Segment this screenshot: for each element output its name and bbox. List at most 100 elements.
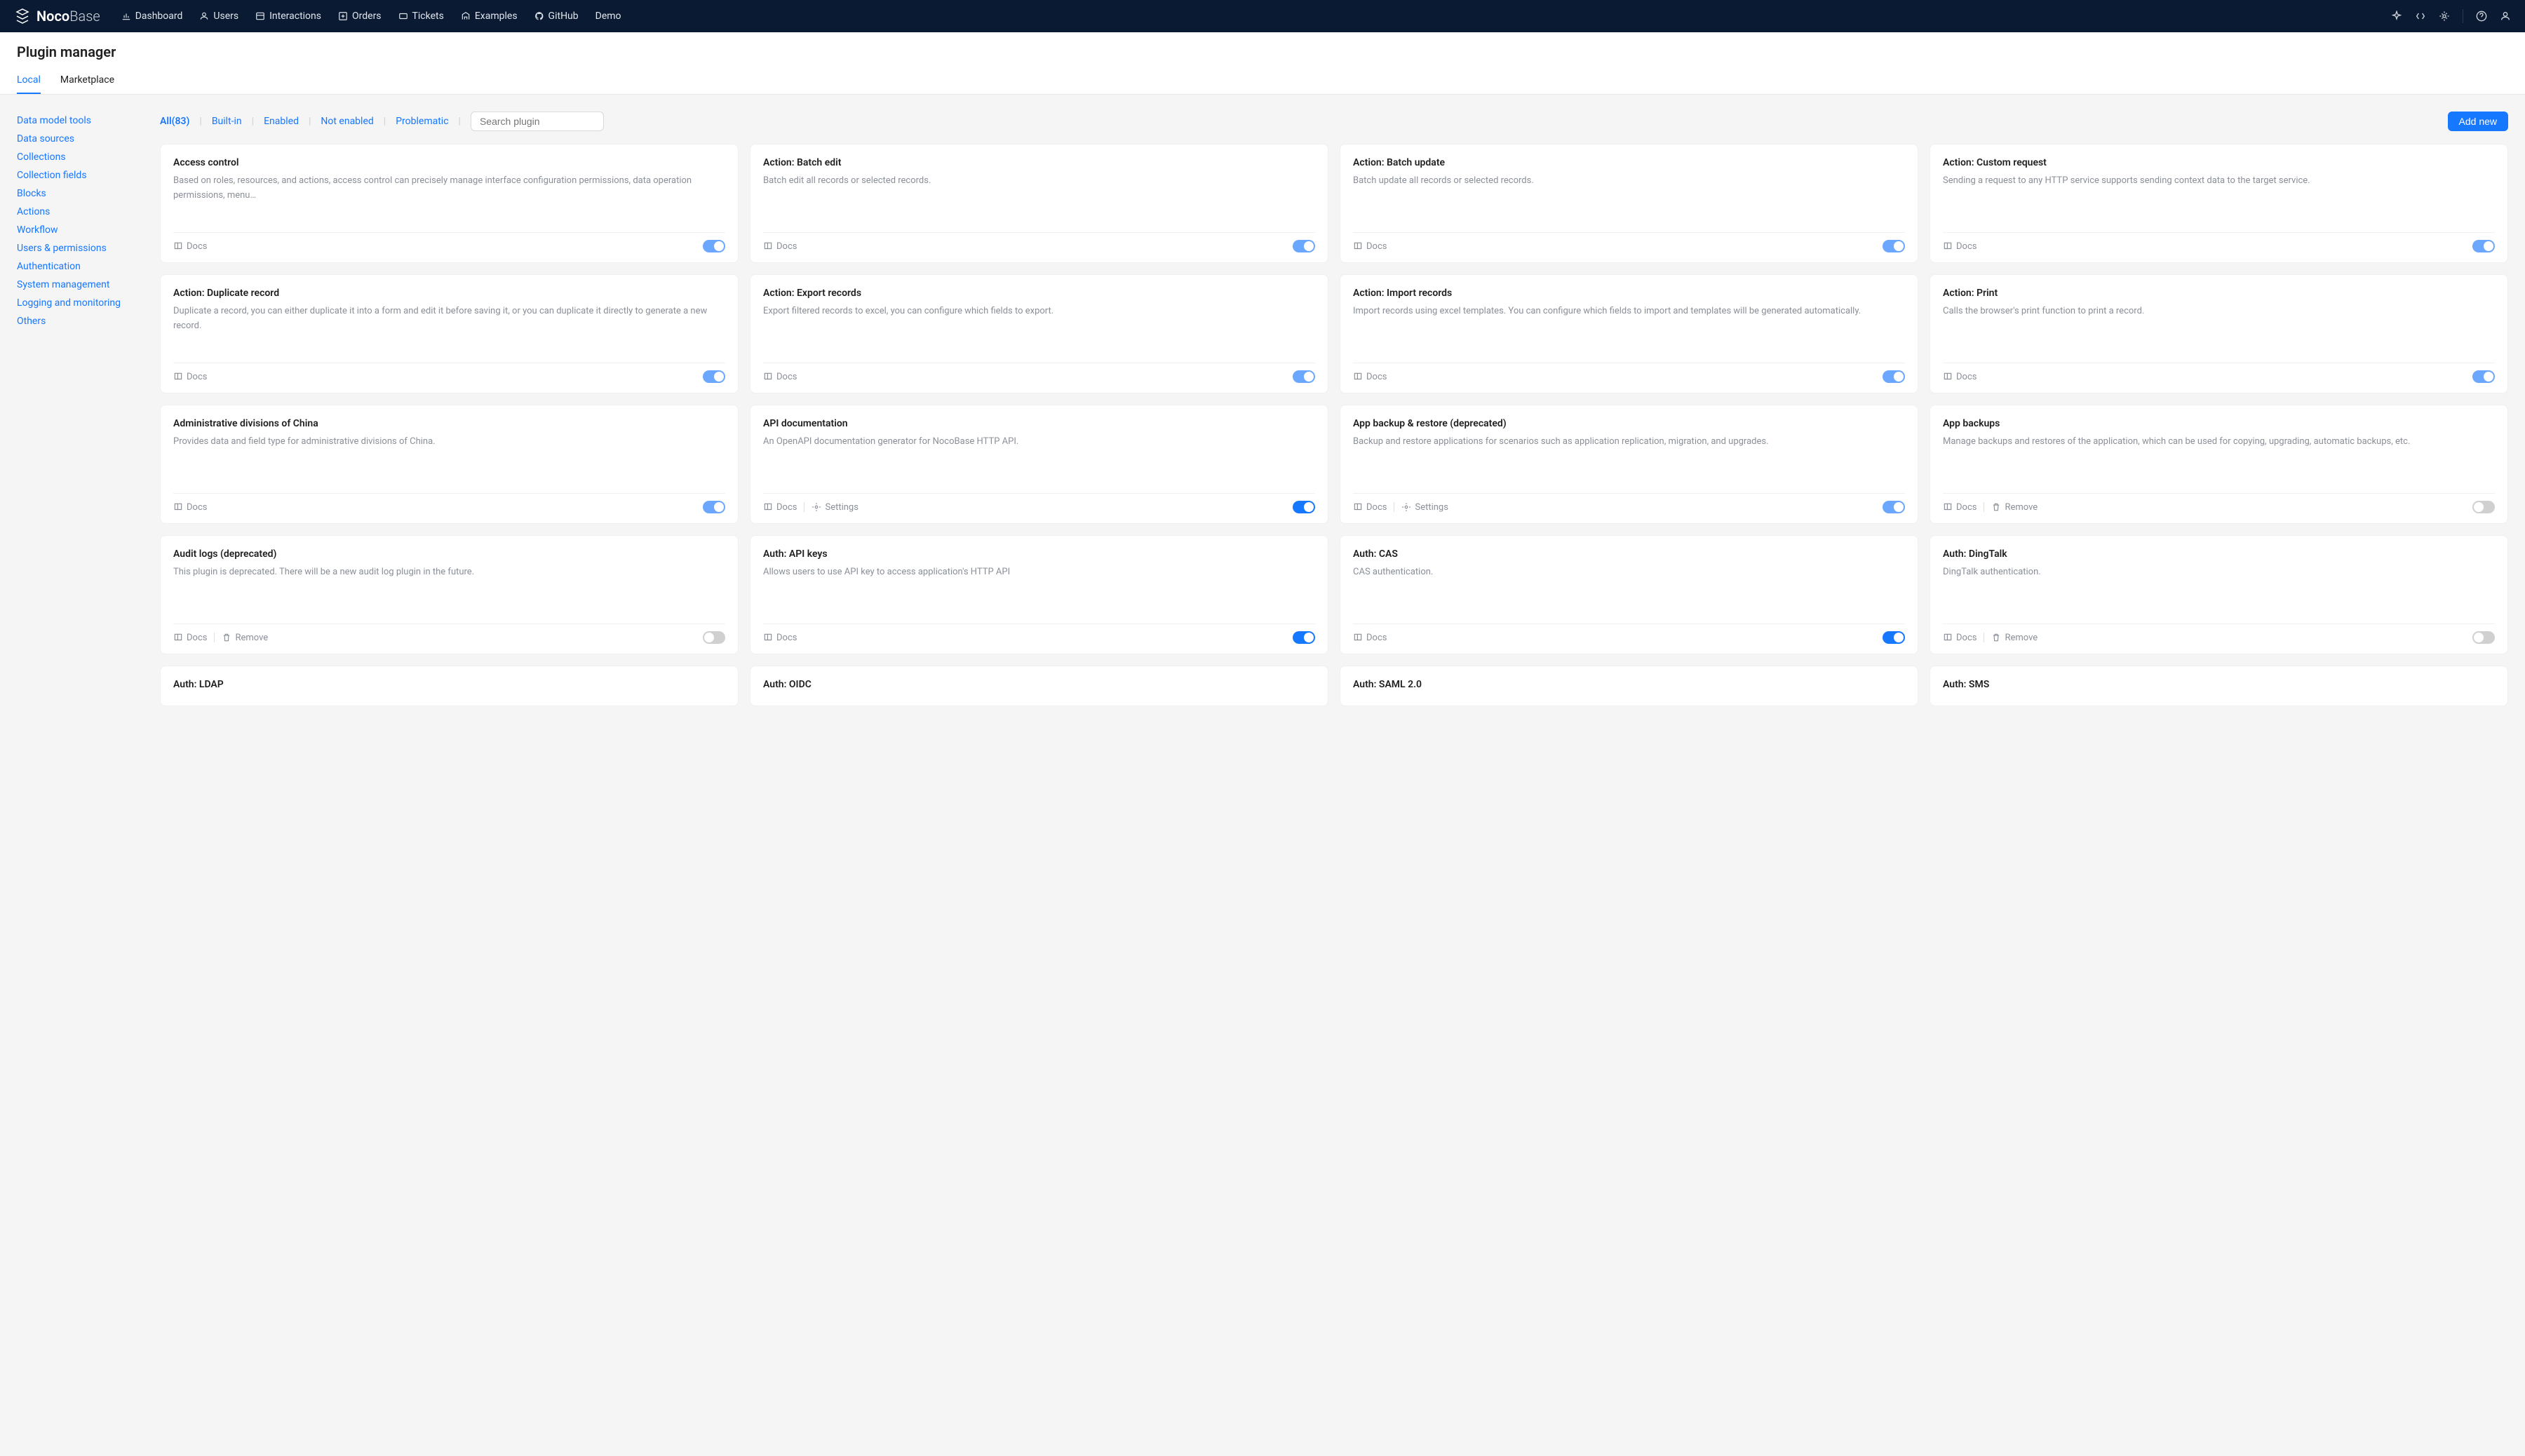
settings-link[interactable]: Settings xyxy=(812,502,858,513)
sidebar-collection-fields[interactable]: Collection fields xyxy=(17,166,143,184)
plugin-card[interactable]: Audit logs (deprecated) This plugin is d… xyxy=(160,535,739,654)
nav-examples[interactable]: Examples xyxy=(461,11,518,22)
plugin-card[interactable]: Auth: DingTalk DingTalk authentication. … xyxy=(1930,535,2508,654)
nav-interactions[interactable]: Interactions xyxy=(255,11,321,22)
enable-toggle[interactable] xyxy=(1293,631,1315,644)
enable-toggle[interactable] xyxy=(2472,631,2495,644)
sidebar-data-model-tools[interactable]: Data model tools xyxy=(17,112,143,130)
nav-demo[interactable]: Demo xyxy=(595,11,621,22)
plugin-card[interactable]: Action: Duplicate record Duplicate a rec… xyxy=(160,274,739,393)
enable-toggle[interactable] xyxy=(1293,501,1315,513)
enable-toggle[interactable] xyxy=(1293,240,1315,252)
book-icon xyxy=(173,502,183,512)
docs-link[interactable]: Docs xyxy=(763,241,797,252)
plugin-card[interactable]: Action: Custom request Sending a request… xyxy=(1930,144,2508,263)
filter-not-enabled[interactable]: Not enabled xyxy=(321,116,373,127)
sidebar-workflow[interactable]: Workflow xyxy=(17,221,143,239)
docs-link[interactable]: Docs xyxy=(1353,502,1387,513)
enable-toggle[interactable] xyxy=(1883,631,1905,644)
docs-link[interactable]: Docs xyxy=(1943,241,1977,252)
enable-toggle[interactable] xyxy=(703,501,725,513)
sidebar-logging-monitoring[interactable]: Logging and monitoring xyxy=(17,294,143,312)
docs-link[interactable]: Docs xyxy=(1943,372,1977,382)
enable-toggle[interactable] xyxy=(703,240,725,252)
plugin-desc: DingTalk authentication. xyxy=(1943,565,2495,615)
plugin-card[interactable]: App backups Manage backups and restores … xyxy=(1930,405,2508,524)
docs-link[interactable]: Docs xyxy=(173,241,207,252)
sidebar-others[interactable]: Others xyxy=(17,312,143,330)
nav-dashboard[interactable]: Dashboard xyxy=(121,11,183,22)
remove-link[interactable]: Remove xyxy=(1991,502,2038,513)
enable-toggle[interactable] xyxy=(703,631,725,644)
gear-icon[interactable] xyxy=(2439,11,2450,22)
docs-link[interactable]: Docs xyxy=(1353,633,1387,643)
filter-builtin[interactable]: Built-in xyxy=(212,116,242,127)
sidebar-actions[interactable]: Actions xyxy=(17,203,143,221)
enable-toggle[interactable] xyxy=(1293,370,1315,383)
plugin-card[interactable]: API documentation An OpenAPI documentati… xyxy=(750,405,1328,524)
enable-toggle[interactable] xyxy=(2472,370,2495,383)
nav-orders[interactable]: Orders xyxy=(338,11,382,22)
filter-problematic[interactable]: Problematic xyxy=(396,116,448,127)
docs-link[interactable]: Docs xyxy=(173,502,207,513)
plugin-title: App backup & restore (deprecated) xyxy=(1353,418,1905,429)
plugin-card[interactable]: Action: Print Calls the browser's print … xyxy=(1930,274,2508,393)
plugin-card[interactable]: Auth: LDAP xyxy=(160,666,739,706)
profile-icon[interactable] xyxy=(2500,11,2511,22)
docs-link[interactable]: Docs xyxy=(1353,241,1387,252)
search-input[interactable] xyxy=(471,112,604,131)
plugin-card[interactable]: Action: Batch edit Batch edit all record… xyxy=(750,144,1328,263)
docs-link[interactable]: Docs xyxy=(1943,633,1977,643)
plugin-card[interactable]: App backup & restore (deprecated) Backup… xyxy=(1340,405,1918,524)
api-icon[interactable] xyxy=(2415,11,2426,22)
sidebar-system-management[interactable]: System management xyxy=(17,276,143,294)
help-icon[interactable] xyxy=(2476,11,2487,22)
enable-toggle[interactable] xyxy=(2472,501,2495,513)
plugin-card[interactable]: Action: Export records Export filtered r… xyxy=(750,274,1328,393)
plugin-card[interactable]: Auth: OIDC xyxy=(750,666,1328,706)
docs-link[interactable]: Docs xyxy=(1353,372,1387,382)
enable-toggle[interactable] xyxy=(1883,240,1905,252)
enable-toggle[interactable] xyxy=(1883,501,1905,513)
plugin-title: Auth: CAS xyxy=(1353,548,1905,560)
enable-toggle[interactable] xyxy=(1883,370,1905,383)
sidebar-authentication[interactable]: Authentication xyxy=(17,257,143,276)
sidebar-collections[interactable]: Collections xyxy=(17,148,143,166)
enable-toggle[interactable] xyxy=(2472,240,2495,252)
plugin-card[interactable]: Auth: SMS xyxy=(1930,666,2508,706)
highlight-icon[interactable] xyxy=(2391,11,2402,22)
filter-enabled[interactable]: Enabled xyxy=(264,116,299,127)
remove-link[interactable]: Remove xyxy=(222,633,268,643)
tab-marketplace[interactable]: Marketplace xyxy=(60,74,114,94)
plugin-card[interactable]: Auth: API keys Allows users to use API k… xyxy=(750,535,1328,654)
filter-all[interactable]: All(83) xyxy=(160,116,189,127)
sidebar-users-permissions[interactable]: Users & permissions xyxy=(17,239,143,257)
docs-link[interactable]: Docs xyxy=(173,633,207,643)
logo[interactable]: NocoBase xyxy=(14,8,100,25)
plugin-desc: Manage backups and restores of the appli… xyxy=(1943,435,2495,485)
plugin-card[interactable]: Action: Import records Import records us… xyxy=(1340,274,1918,393)
nav-users[interactable]: Users xyxy=(199,11,238,22)
docs-link[interactable]: Docs xyxy=(763,372,797,382)
nav-github[interactable]: GitHub xyxy=(534,11,579,22)
plugin-card[interactable]: Auth: SAML 2.0 xyxy=(1340,666,1918,706)
enable-toggle[interactable] xyxy=(703,370,725,383)
docs-link[interactable]: Docs xyxy=(1943,502,1977,513)
plugin-card[interactable]: Administrative divisions of China Provid… xyxy=(160,405,739,524)
nav-tickets[interactable]: Tickets xyxy=(398,11,444,22)
plugin-desc: Duplicate a record, you can either dupli… xyxy=(173,304,725,354)
docs-link[interactable]: Docs xyxy=(763,633,797,643)
plugin-card[interactable]: Action: Batch update Batch update all re… xyxy=(1340,144,1918,263)
sidebar-blocks[interactable]: Blocks xyxy=(17,184,143,203)
settings-link[interactable]: Settings xyxy=(1401,502,1448,513)
plugin-card[interactable]: Access control Based on roles, resources… xyxy=(160,144,739,263)
sidebar-data-sources[interactable]: Data sources xyxy=(17,130,143,148)
tab-local[interactable]: Local xyxy=(17,74,41,94)
plugin-card[interactable]: Auth: CAS CAS authentication. Docs xyxy=(1340,535,1918,654)
docs-link[interactable]: Docs xyxy=(173,372,207,382)
add-new-button[interactable]: Add new xyxy=(2448,112,2508,131)
docs-link[interactable]: Docs xyxy=(763,502,797,513)
ticket-icon xyxy=(398,11,408,21)
remove-link[interactable]: Remove xyxy=(1991,633,2038,643)
gear-icon xyxy=(812,502,821,512)
